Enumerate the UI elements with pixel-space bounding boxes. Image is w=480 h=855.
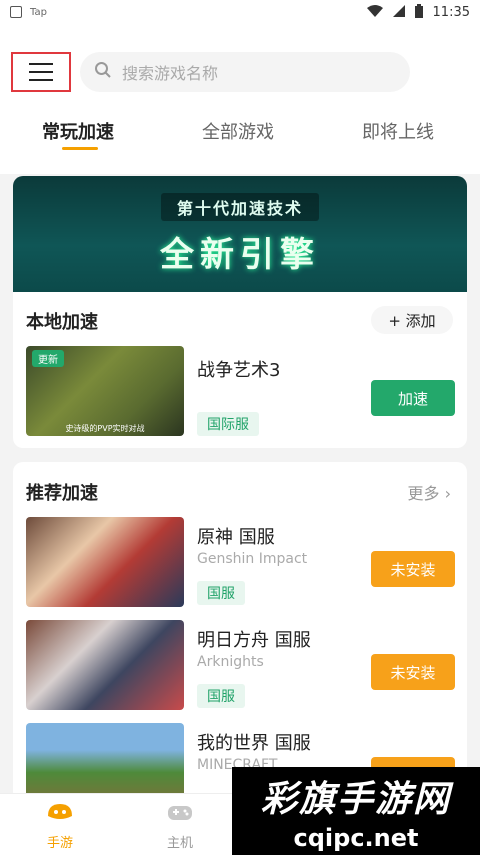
- tab-all-games[interactable]: 全部游戏: [202, 118, 274, 144]
- add-game-button[interactable]: + 添加: [371, 306, 453, 334]
- watermark-cn: 彩旗手游网: [260, 779, 451, 820]
- server-tag: 国服: [197, 684, 245, 708]
- recommend-card: 推荐加速 更多 › 原神 国服 Genshin Impact 国服 未安装 明日…: [13, 462, 467, 802]
- local-acceleration-card: 第十代加速技术 全新引擎 本地加速 + 添加 更新 史诗级的PVP实时对战 战争…: [13, 176, 467, 448]
- search-input[interactable]: 搜索游戏名称: [80, 52, 410, 92]
- status-right: 11:35: [366, 3, 470, 21]
- more-link[interactable]: 更多 ›: [407, 480, 451, 504]
- gamepad-icon: [166, 802, 194, 828]
- server-tag: 国服: [197, 581, 245, 605]
- status-bar: Tap 11:35: [0, 0, 480, 24]
- battery-icon: [414, 3, 423, 21]
- accelerate-button[interactable]: 加速: [371, 380, 455, 416]
- local-game-row[interactable]: 更新 史诗级的PVP实时对战 战争艺术3 国际服 加速: [26, 346, 456, 438]
- app-header: 搜索游戏名称 常玩加速 全部游戏 即将上线: [0, 24, 480, 174]
- not-installed-button[interactable]: 未安装: [371, 654, 455, 690]
- chevron-right-icon: ›: [444, 484, 451, 503]
- update-badge: 更新: [32, 350, 64, 367]
- nav-mobile-games[interactable]: 手游: [15, 802, 105, 851]
- search-placeholder: 搜索游戏名称: [122, 64, 219, 83]
- game-name: 明日方舟 国服: [197, 630, 311, 651]
- banner-title: 全新引擎: [160, 234, 320, 275]
- tab-upcoming[interactable]: 即将上线: [362, 118, 434, 144]
- menu-icon-line: [29, 63, 53, 65]
- watermark-en: cqipc.net: [293, 824, 419, 852]
- nav-console[interactable]: 主机: [135, 802, 225, 851]
- more-label: 更多: [407, 484, 440, 503]
- game-subtitle: Arknights: [197, 654, 264, 670]
- search-icon: [94, 61, 112, 83]
- status-app-label: Tap: [30, 6, 47, 18]
- menu-icon-line: [29, 79, 53, 81]
- game-thumbnail: [26, 723, 184, 802]
- tab-active-indicator: [62, 147, 98, 150]
- recommend-game-row[interactable]: 原神 国服 Genshin Impact 国服 未安装: [26, 517, 456, 609]
- recommend-section-title: 推荐加速: [26, 483, 98, 504]
- local-section-title: 本地加速: [26, 312, 98, 333]
- mobile-games-icon: [46, 802, 74, 828]
- thumbnail-caption: 史诗级的PVP实时对战: [65, 424, 145, 433]
- game-name: 原神 国服: [197, 527, 275, 548]
- tab-frequent[interactable]: 常玩加速: [42, 118, 114, 144]
- game-name: 我的世界 国服: [197, 733, 311, 754]
- game-thumbnail: 更新 史诗级的PVP实时对战: [26, 346, 184, 436]
- server-tag: 国际服: [197, 412, 259, 436]
- nav-label: 手游: [46, 836, 73, 851]
- game-name: 战争艺术3: [197, 360, 281, 381]
- wifi-icon: [366, 4, 383, 20]
- tab-bar: 常玩加速 全部游戏 即将上线: [0, 118, 480, 158]
- game-subtitle: Genshin Impact: [197, 551, 308, 567]
- menu-button[interactable]: [11, 52, 71, 92]
- recommend-game-row[interactable]: 明日方舟 国服 Arknights 国服 未安装: [26, 620, 456, 712]
- promo-banner[interactable]: 第十代加速技术 全新引擎: [13, 176, 467, 292]
- menu-icon-line: [29, 71, 53, 73]
- game-thumbnail: [26, 517, 184, 607]
- status-time: 11:35: [432, 4, 470, 20]
- game-thumbnail: [26, 620, 184, 710]
- nav-label: 主机: [166, 836, 193, 851]
- not-installed-button[interactable]: 未安装: [371, 551, 455, 587]
- status-square-icon: [10, 6, 22, 18]
- watermark: 彩旗手游网 cqipc.net: [232, 767, 480, 855]
- signal-icon: [392, 4, 405, 20]
- banner-subtitle: 第十代加速技术: [160, 192, 319, 221]
